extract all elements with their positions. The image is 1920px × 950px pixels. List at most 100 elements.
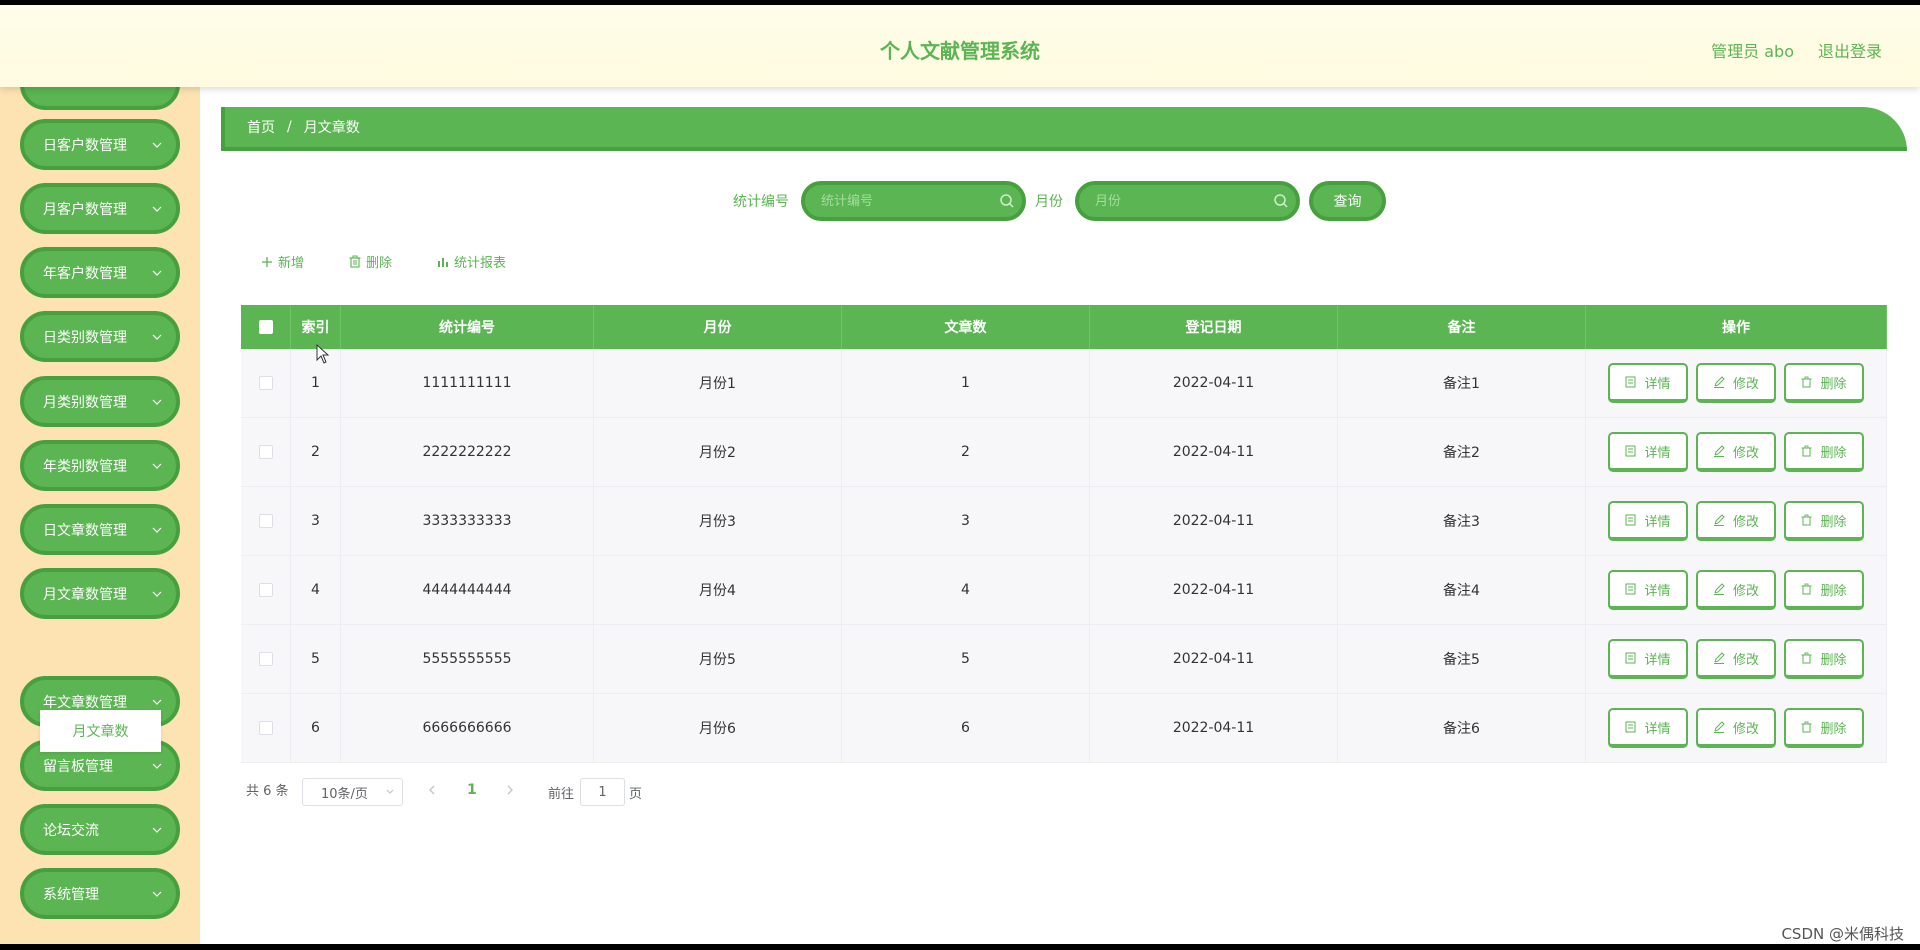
edit-button[interactable]: 修改 [1696, 639, 1776, 679]
row-checkbox[interactable] [258, 514, 273, 528]
edit-button-label: 修改 [1732, 445, 1759, 461]
row-checkbox[interactable] [258, 652, 273, 666]
detail-button[interactable]: 详情 [1608, 501, 1688, 541]
cell-date: 2022-04-11 [1090, 418, 1338, 486]
detail-button[interactable]: 详情 [1608, 570, 1688, 610]
detail-button[interactable]: 详情 [1608, 708, 1688, 748]
edit-button[interactable]: 修改 [1696, 501, 1776, 541]
sidebar-item-11[interactable]: 系统管理 [20, 868, 180, 919]
delete-button[interactable]: 删除 [1784, 570, 1864, 610]
sidebar-item-10[interactable]: 论坛交流 [20, 804, 180, 855]
row-actions: 详情 修改 删除 [1608, 570, 1864, 610]
cell-code: 3333333333 [341, 487, 594, 555]
month-search-label: 月份 [1035, 194, 1063, 210]
data-table: 索引 统计编号 月份 文章数 登记日期 备注 操作 1 1111111111 月份1… [241, 305, 1887, 763]
delete-button-label: 删除 [1820, 514, 1847, 530]
cell-index: 3 [291, 487, 341, 555]
prev-page-icon[interactable] [428, 785, 436, 795]
cell-month: 月份2 [594, 418, 842, 486]
row-select-cell[interactable] [241, 418, 291, 486]
select-all-checkbox[interactable] [258, 320, 273, 334]
trash-icon [349, 255, 361, 268]
query-button[interactable]: 查询 [1309, 181, 1386, 221]
batch-delete-button[interactable]: 删除 [349, 252, 392, 271]
header-note: 备注 [1338, 305, 1586, 349]
delete-button[interactable]: 删除 [1784, 708, 1864, 748]
row-checkbox[interactable] [258, 445, 273, 459]
detail-button-label: 详情 [1644, 376, 1671, 392]
sidebar-item-6[interactable]: 日文章数管理 [20, 504, 180, 555]
sidebar-subitem-monthly-articles[interactable]: 月文章数 [40, 710, 161, 752]
table-row: 2 2222222222 月份2 2 2022-04-11 备注2 详情 修改 删除 [241, 418, 1887, 487]
logout-link[interactable]: 退出登录 [1818, 38, 1882, 62]
chevron-down-icon [152, 827, 162, 833]
cell-note: 备注3 [1338, 487, 1586, 555]
detail-button[interactable]: 详情 [1608, 639, 1688, 679]
sidebar-item-1[interactable]: 月客户数管理 [20, 183, 180, 234]
row-checkbox[interactable] [258, 583, 273, 597]
watermark-text: CSDN @米偶科技 [1781, 925, 1904, 943]
table-row: 1 1111111111 月份1 1 2022-04-11 备注1 详情 修改 删除 [241, 349, 1887, 418]
cell-actions: 详情 修改 删除 [1586, 556, 1887, 624]
chevron-down-icon [152, 591, 162, 597]
sidebar-item-2[interactable]: 年客户数管理 [20, 247, 180, 298]
cell-note: 备注6 [1338, 694, 1586, 762]
edit-button[interactable]: 修改 [1696, 432, 1776, 472]
delete-button[interactable]: 删除 [1784, 501, 1864, 541]
sidebar: 日客户数管理 月客户数管理 年客户数管理日类别数管理月类别数管理 年类别数管理 日文章数… [0, 59, 200, 944]
code-search-label: 统计编号 [733, 194, 789, 210]
row-select-cell[interactable] [241, 349, 291, 417]
report-button-label: 统计报表 [454, 256, 507, 271]
code-search-input[interactable] [801, 181, 1026, 221]
detail-button[interactable]: 详情 [1608, 432, 1688, 472]
sidebar-item-label: 日类别数管理 [43, 329, 127, 346]
header-select-all[interactable] [241, 305, 291, 349]
delete-button[interactable]: 删除 [1784, 363, 1864, 403]
cell-count: 5 [842, 625, 1090, 693]
next-page-icon[interactable] [506, 785, 514, 795]
row-select-cell[interactable] [241, 694, 291, 762]
cell-actions: 详情 修改 删除 [1586, 625, 1887, 693]
table-header: 索引 统计编号 月份 文章数 登记日期 备注 操作 [241, 305, 1887, 349]
edit-button-label: 修改 [1732, 376, 1759, 392]
header-actions: 操作 [1586, 305, 1887, 349]
month-search-input[interactable] [1075, 181, 1300, 221]
header-count: 文章数 [842, 305, 1090, 349]
page-number-current[interactable]: 1 [467, 782, 477, 798]
row-checkbox[interactable] [258, 376, 273, 390]
sidebar-item-7[interactable]: 月文章数管理 [20, 568, 180, 619]
edit-button[interactable]: 修改 [1696, 363, 1776, 403]
cell-actions: 详情 修改 删除 [1586, 349, 1887, 417]
cell-count: 4 [842, 556, 1090, 624]
batch-delete-label: 删除 [366, 256, 393, 271]
detail-button[interactable]: 详情 [1608, 363, 1688, 403]
breadcrumb: 首页 / 月文章数 [221, 107, 1907, 151]
sidebar-item-5[interactable]: 年类别数管理 [20, 440, 180, 491]
breadcrumb-home[interactable]: 首页 [247, 117, 275, 137]
breadcrumb-current: 月文章数 [303, 120, 360, 136]
row-checkbox[interactable] [258, 721, 273, 735]
chevron-down-icon [152, 334, 162, 340]
delete-button[interactable]: 删除 [1784, 432, 1864, 472]
cell-note: 备注2 [1338, 418, 1586, 486]
row-select-cell[interactable] [241, 625, 291, 693]
goto-label: 前往 [548, 787, 575, 802]
document-icon [1625, 514, 1640, 526]
row-select-cell[interactable] [241, 487, 291, 555]
goto-page-input[interactable] [580, 778, 625, 806]
edit-button[interactable]: 修改 [1696, 570, 1776, 610]
table-row: 5 5555555555 月份5 5 2022-04-11 备注5 详情 修改 删除 [241, 625, 1887, 694]
cell-index: 6 [291, 694, 341, 762]
row-select-cell[interactable] [241, 556, 291, 624]
sidebar-item-4[interactable]: 月类别数管理 [20, 376, 180, 427]
search-icon [1000, 194, 1014, 208]
delete-button[interactable]: 删除 [1784, 639, 1864, 679]
sidebar-item-0[interactable]: 日客户数管理 [20, 119, 180, 170]
document-icon [1625, 652, 1640, 664]
edit-button[interactable]: 修改 [1696, 708, 1776, 748]
sidebar-item-3[interactable]: 日类别数管理 [20, 311, 180, 362]
page-size-select[interactable]: 10条/页 [302, 778, 403, 806]
delete-button-label: 删除 [1820, 583, 1847, 599]
add-button[interactable]: 新增 [261, 252, 304, 271]
report-button[interactable]: 统计报表 [437, 252, 506, 271]
